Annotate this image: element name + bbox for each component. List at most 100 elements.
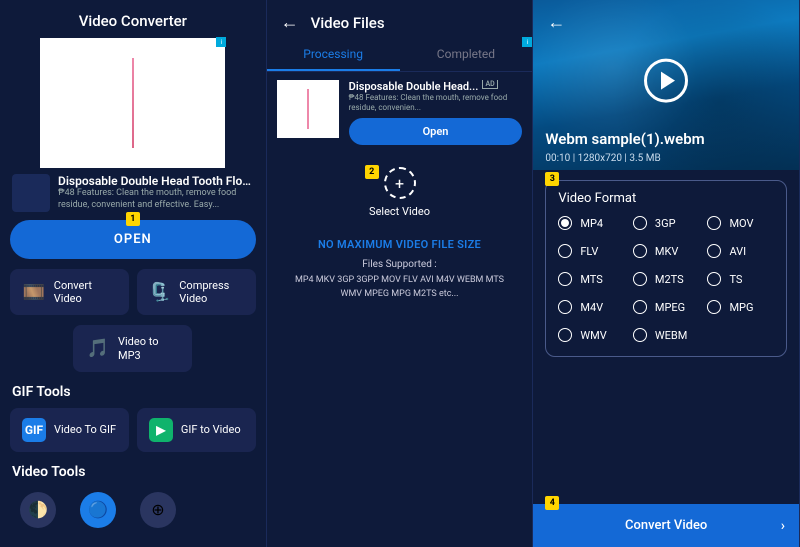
format-option-mov[interactable]: MOV	[707, 216, 774, 230]
tile-label: GIF to Video	[181, 423, 241, 436]
tab-processing[interactable]: Processing	[267, 39, 400, 71]
tools-grid-2: 🎵 Video to MP3	[0, 325, 266, 381]
format-title: Video Format	[558, 191, 774, 206]
radio-icon	[633, 300, 647, 314]
compress-icon: 🗜️	[149, 279, 171, 305]
radio-icon	[707, 216, 721, 230]
format-option-m4v[interactable]: M4V	[558, 300, 625, 314]
play-icon	[661, 72, 675, 90]
format-option-3gp[interactable]: 3GP	[633, 216, 700, 230]
convert-button[interactable]: 4 Convert Video ›	[533, 504, 799, 547]
add-video-icon: +	[384, 167, 416, 199]
ad-desc: ₱48 Features: Clean the mouth, remove fo…	[349, 93, 523, 112]
format-label: MOV	[729, 217, 753, 230]
formats-list: MP4 MKV 3GP 3GPP MOV FLV AVI M4V WEBM MT…	[287, 274, 513, 301]
format-option-mpg[interactable]: MPG	[707, 300, 774, 314]
radio-icon	[558, 300, 572, 314]
tile-video-to-mp3[interactable]: 🎵 Video to MP3	[73, 325, 192, 371]
format-label: MPG	[729, 301, 753, 314]
ad-image[interactable]: i	[40, 38, 225, 168]
ad-image	[277, 80, 339, 138]
step-badge-2: 2	[365, 165, 379, 179]
app-title: Video Converter	[0, 0, 266, 38]
panel-files: ← Video Files Processing Completed i Dis…	[267, 0, 534, 547]
format-option-avi[interactable]: AVI	[707, 244, 774, 258]
tabs: Processing Completed	[267, 39, 533, 72]
radio-icon	[558, 272, 572, 286]
mp3-icon: 🎵	[85, 336, 110, 362]
step-badge-3: 3	[545, 172, 559, 186]
format-option-m2ts[interactable]: M2TS	[633, 272, 700, 286]
vt-icon-2[interactable]: 🔵	[80, 492, 116, 528]
format-option-webm[interactable]: WEBM	[633, 328, 700, 342]
format-option-mpeg[interactable]: MPEG	[633, 300, 700, 314]
ad-row[interactable]: Disposable Double Head Tooth Flo...AD ₱4…	[0, 168, 266, 216]
ad-tag: AD	[482, 80, 497, 89]
vt-icon-1[interactable]: 🌓	[20, 492, 56, 528]
select-video-area[interactable]: 2 + Select Video	[267, 153, 533, 228]
play-button[interactable]	[644, 59, 688, 103]
ad-title: Disposable Double Head Tooth Flo...	[58, 174, 253, 188]
format-label: MP4	[580, 217, 603, 230]
ad-open-button[interactable]: Open	[349, 118, 523, 145]
tab-completed[interactable]: Completed	[400, 39, 533, 71]
ad-close-icon[interactable]: i	[522, 37, 532, 47]
format-label: WEBM	[655, 329, 687, 342]
video-tools-row: 🌓 🔵 ⊕	[0, 488, 266, 528]
no-max-label: NO MAXIMUM VIDEO FILE SIZE	[287, 238, 513, 251]
ad-thumb	[12, 174, 50, 212]
format-body: 3 Video Format MP4 3GP MOV FLV MKV AVI MTS M2TS…	[533, 170, 799, 547]
format-label: MKV	[655, 245, 679, 258]
tile-video-to-gif[interactable]: GIF Video To GIF	[10, 408, 129, 452]
page-title: Video Files	[311, 14, 385, 32]
panel-convert: ← Webm sample(1).webm 00:10 | 1280x720 |…	[533, 0, 800, 547]
format-option-mkv[interactable]: MKV	[633, 244, 700, 258]
files-supported-label: Files Supported :	[287, 259, 513, 270]
format-label: M4V	[580, 301, 603, 314]
filename: Webm sample(1).webm	[545, 130, 704, 148]
format-option-wmv[interactable]: WMV	[558, 328, 625, 342]
tile-gif-to-video[interactable]: ▶ GIF to Video	[137, 408, 256, 452]
format-option-mp4[interactable]: MP4	[558, 216, 625, 230]
format-option-mts[interactable]: MTS	[558, 272, 625, 286]
select-video-label: Select Video	[369, 205, 430, 218]
back-icon[interactable]: ←	[281, 12, 299, 33]
radio-icon	[633, 244, 647, 258]
chevron-right-icon: ›	[781, 518, 785, 534]
back-icon[interactable]: ←	[547, 12, 565, 33]
section-gif-tools: GIF Tools	[0, 382, 266, 408]
section-video-tools: Video Tools	[0, 462, 266, 488]
format-label: FLV	[580, 245, 598, 258]
format-label: M2TS	[655, 273, 684, 286]
format-label: 3GP	[655, 217, 676, 230]
format-label: AVI	[729, 245, 746, 258]
panel-home: Video Converter i Disposable Double Head…	[0, 0, 267, 547]
ad-close-icon[interactable]: i	[216, 37, 226, 47]
radio-icon	[633, 328, 647, 342]
ad-title: Disposable Double Head...	[349, 80, 479, 93]
tile-compress-video[interactable]: 🗜️ Compress Video	[137, 269, 256, 315]
open-button-wrap: 1 OPEN	[10, 220, 256, 259]
radio-icon	[633, 272, 647, 286]
ad-row[interactable]: Disposable Double Head...AD ₱48 Features…	[267, 72, 533, 153]
convert-icon: 🎞️	[22, 279, 46, 305]
tile-convert-video[interactable]: 🎞️ Convert Video	[10, 269, 129, 315]
radio-icon	[707, 300, 721, 314]
format-box: Video Format MP4 3GP MOV FLV MKV AVI MTS M2TS TS…	[545, 180, 787, 357]
info-block: NO MAXIMUM VIDEO FILE SIZE Files Support…	[267, 228, 533, 311]
radio-icon	[707, 244, 721, 258]
tile-label: Compress Video	[179, 279, 243, 305]
format-label: WMV	[580, 329, 606, 342]
video-hero: ← Webm sample(1).webm 00:10 | 1280x720 |…	[533, 0, 799, 170]
format-option-ts[interactable]: TS	[707, 272, 774, 286]
tile-label: Convert Video	[54, 279, 117, 305]
format-label: MPEG	[655, 301, 685, 314]
radio-icon	[558, 328, 572, 342]
video-icon: ▶	[149, 418, 173, 442]
radio-icon	[707, 272, 721, 286]
step-badge-4: 4	[545, 496, 559, 510]
ad-right: Disposable Double Head...AD ₱48 Features…	[349, 80, 523, 145]
format-option-flv[interactable]: FLV	[558, 244, 625, 258]
vt-icon-3[interactable]: ⊕	[140, 492, 176, 528]
ad-desc: ₱48 Features: Clean the mouth, remove fo…	[58, 188, 254, 211]
